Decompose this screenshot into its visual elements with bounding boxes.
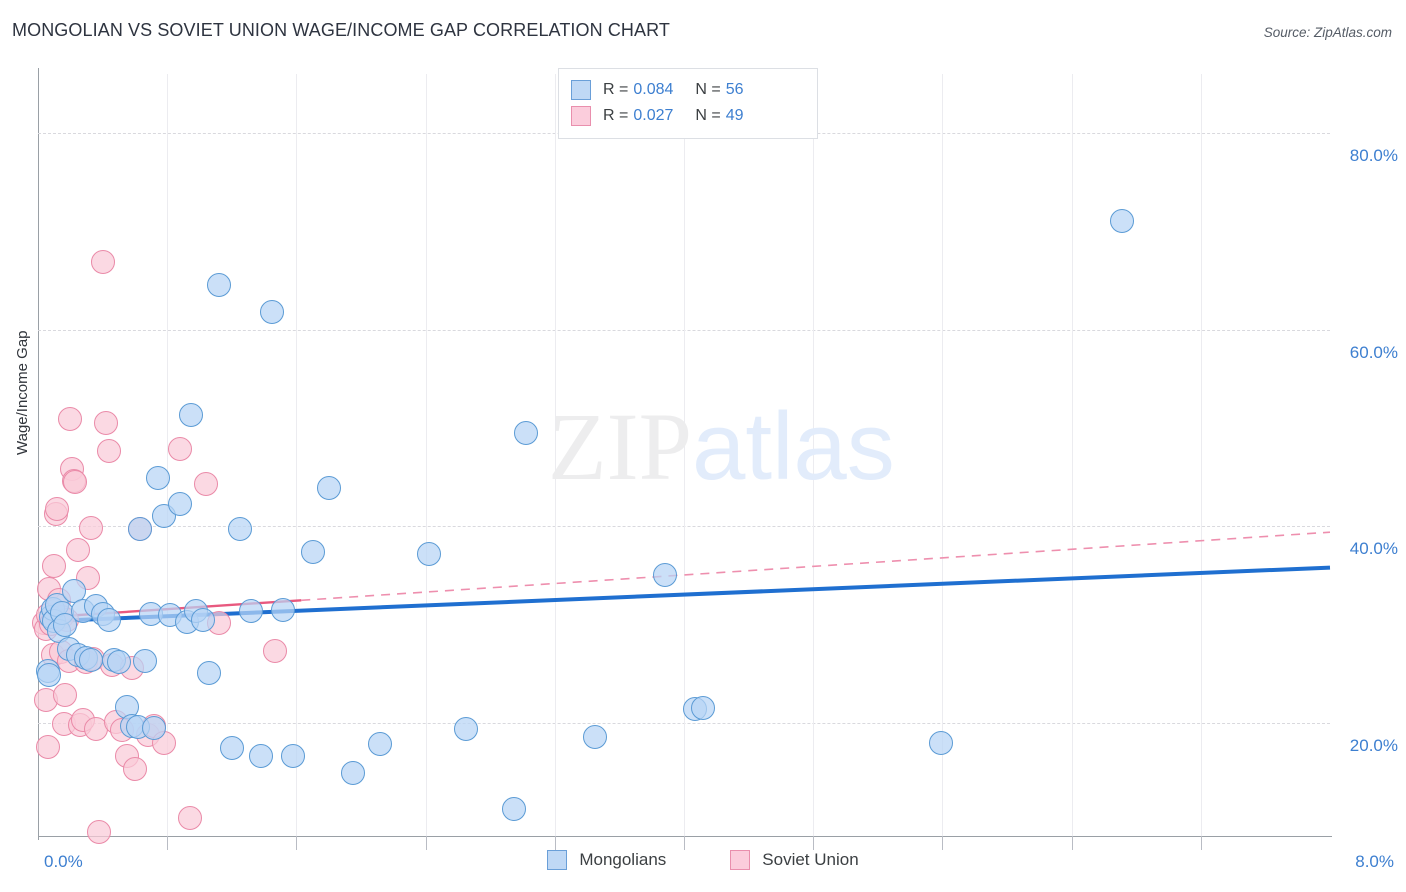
n-value-soviet-union: 49 [725, 107, 744, 124]
legend-item-soviet-union[interactable]: Soviet Union [730, 850, 859, 870]
scatter-point[interactable] [145, 466, 170, 491]
r-label-soviet-union: R = [603, 107, 629, 124]
n-label-mongolians: N = [695, 81, 721, 98]
x-axis-tick [942, 836, 943, 850]
scatter-point[interactable] [227, 517, 252, 542]
stat-row-mongolians: R = 0.084 N = 56 [571, 77, 805, 103]
trend-lines [37, 531, 1331, 624]
r-value-mongolians: 0.084 [633, 81, 674, 98]
scatter-point[interactable] [652, 563, 677, 588]
scatter-point[interactable] [97, 438, 122, 463]
scatter-point[interactable] [300, 539, 325, 564]
n-label-soviet-union: N = [695, 107, 721, 124]
scatter-point[interactable] [502, 797, 527, 822]
x-axis-tick [426, 836, 427, 850]
chart-root: MONGOLIAN VS SOVIET UNION WAGE/INCOME GA… [0, 0, 1406, 892]
scatter-point[interactable] [122, 757, 147, 782]
swatch-soviet-union-icon [571, 106, 591, 126]
scatter-point[interactable] [1109, 209, 1134, 234]
y-axis-tick-label: 80.0% [1349, 145, 1398, 165]
scatter-point[interactable] [106, 649, 131, 674]
scatter-point[interactable] [132, 648, 157, 673]
scatter-point[interactable] [142, 715, 167, 740]
scatter-point[interactable] [179, 403, 204, 428]
x-axis-tick [1201, 836, 1202, 850]
scatter-point[interactable] [197, 660, 222, 685]
scatter-point[interactable] [316, 475, 341, 500]
scatter-point[interactable] [79, 648, 104, 672]
x-axis-tick [1072, 836, 1073, 850]
correlation-legend: R = 0.084 N = 56 R = 0.027 N = 49 [558, 68, 818, 139]
legend-item-mongolians[interactable]: Mongolians [547, 850, 666, 870]
scatter-point[interactable] [928, 730, 953, 755]
swatch-mongolians-icon [571, 80, 591, 100]
scatter-point[interactable] [53, 683, 78, 708]
r-label-mongolians: R = [603, 81, 629, 98]
scatter-point[interactable] [271, 597, 296, 622]
scatter-point[interactable] [248, 744, 273, 769]
scatter-point[interactable] [206, 273, 231, 298]
x-axis-tick [684, 836, 685, 850]
x-axis-tick [296, 836, 297, 850]
scatter-point[interactable] [87, 820, 112, 845]
scatter-point[interactable] [63, 470, 88, 495]
scatter-point[interactable] [239, 598, 264, 623]
scatter-point[interactable] [58, 407, 83, 432]
scatter-point[interactable] [340, 761, 365, 786]
x-axis-tick [813, 836, 814, 850]
source-attribution: Source: ZipAtlas.com [1263, 25, 1392, 40]
scatter-point[interactable] [281, 744, 306, 769]
scatter-point[interactable] [168, 436, 193, 461]
scatter-point[interactable] [416, 541, 441, 566]
series-legend: Mongolians Soviet Union [0, 850, 1406, 870]
y-axis-tick-label: 20.0% [1349, 735, 1398, 755]
n-value-mongolians: 56 [725, 81, 744, 98]
scatter-point[interactable] [90, 249, 115, 274]
scatter-point[interactable] [193, 472, 218, 496]
r-value-soviet-union: 0.027 [633, 107, 674, 124]
legend-label-mongolians: Mongolians [579, 850, 667, 869]
scatter-point[interactable] [260, 299, 285, 324]
stat-row-soviet-union: R = 0.027 N = 49 [571, 103, 805, 129]
scatter-point[interactable] [190, 607, 215, 632]
scatter-point[interactable] [177, 806, 202, 831]
scatter-point[interactable] [583, 724, 608, 749]
plot-area: ZIPatlas [32, 74, 1331, 850]
scatter-point[interactable] [453, 716, 478, 741]
scatter-point[interactable] [35, 734, 60, 759]
scatter-point[interactable] [127, 517, 152, 542]
legend-label-soviet-union: Soviet Union [762, 850, 859, 869]
scatter-point[interactable] [42, 553, 67, 578]
y-axis-title: Wage/Income Gap [14, 330, 31, 455]
scatter-point[interactable] [219, 735, 244, 760]
y-axis-tick-label: 60.0% [1349, 342, 1398, 362]
x-axis-tick [555, 836, 556, 850]
scatter-point[interactable] [97, 607, 122, 632]
x-axis-line [38, 836, 1332, 837]
legend-swatch-mongolians-icon [547, 850, 568, 870]
scatter-point[interactable] [93, 411, 118, 436]
x-axis-tick [167, 836, 168, 850]
scatter-point[interactable] [263, 639, 288, 664]
scatter-point[interactable] [79, 516, 104, 541]
scatter-point[interactable] [168, 491, 193, 516]
scatter-point[interactable] [691, 696, 716, 721]
scatter-point[interactable] [66, 537, 91, 562]
scatter-point[interactable] [37, 662, 62, 687]
legend-swatch-soviet-union-icon [730, 850, 751, 870]
y-axis-tick-label: 40.0% [1349, 539, 1398, 559]
trend-line-mongolians [37, 565, 1331, 624]
scatter-point[interactable] [45, 496, 70, 521]
scatter-point[interactable] [368, 731, 393, 756]
page-title: MONGOLIAN VS SOVIET UNION WAGE/INCOME GA… [12, 20, 670, 40]
scatter-point[interactable] [513, 420, 538, 445]
